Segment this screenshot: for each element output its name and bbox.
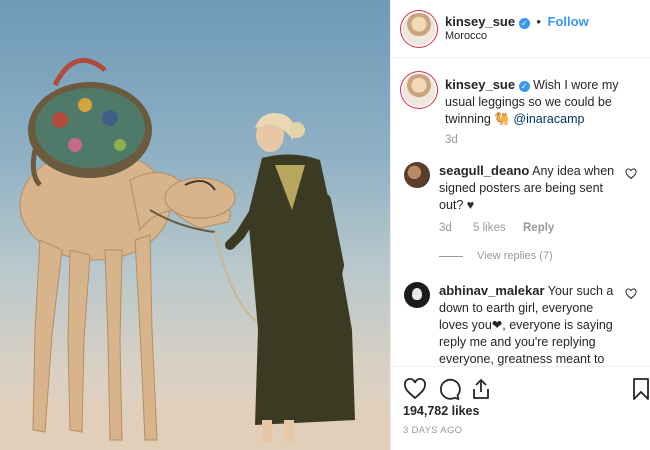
caption-mention-link[interactable]: @inaracamp xyxy=(513,112,584,126)
caption-username[interactable]: kinsey_sue xyxy=(445,77,515,92)
commenter-avatar[interactable] xyxy=(404,162,430,188)
like-comment-heart-icon[interactable] xyxy=(625,288,637,300)
follow-button[interactable]: Follow xyxy=(548,14,589,29)
save-bookmark-icon[interactable] xyxy=(631,377,650,401)
photo-illustration xyxy=(0,58,390,450)
caption-avatar[interactable] xyxy=(403,74,435,106)
replies-divider-line xyxy=(439,255,463,257)
author-avatar[interactable] xyxy=(403,13,435,45)
author-username[interactable]: kinsey_sue xyxy=(445,14,515,29)
commenter-username[interactable]: seagull_deano xyxy=(439,163,529,178)
comment-text-block: seagull_deano Any idea when signed poste… xyxy=(439,162,619,214)
view-replies-label: View replies (7) xyxy=(477,250,553,262)
verified-badge-icon: ✓ xyxy=(518,81,530,92)
caption-text-block: kinsey_sue ✓ Wish I wore my usual leggin… xyxy=(445,76,645,128)
caption-time[interactable]: 3d xyxy=(445,134,458,146)
view-replies-button[interactable]: View replies (7) xyxy=(439,250,553,262)
comment-time[interactable]: 3d xyxy=(439,222,452,234)
comment-likes[interactable]: 5 likes xyxy=(473,222,506,234)
likes-count[interactable]: 194,782 likes xyxy=(403,404,479,418)
post-actions: 194,782 likes 3 DAYS AGO xyxy=(391,366,650,450)
post-date[interactable]: 3 DAYS AGO xyxy=(403,425,462,436)
comment-text-block: abhinav_malekar Your such a down to eart… xyxy=(439,282,619,366)
share-icon[interactable] xyxy=(469,377,493,401)
like-comment-heart-icon[interactable] xyxy=(625,168,637,180)
post-header: kinsey_sue ✓ • Follow Morocco xyxy=(391,0,650,58)
author-line: kinsey_sue ✓ • Follow xyxy=(445,14,589,29)
commenter-avatar[interactable] xyxy=(404,282,430,308)
comments-list[interactable]: kinsey_sue ✓ Wish I wore my usual leggin… xyxy=(391,58,650,366)
verified-badge-icon: ✓ xyxy=(518,18,530,29)
separator-dot: • xyxy=(536,14,541,29)
post-photo[interactable] xyxy=(0,0,390,450)
location-link[interactable]: Morocco xyxy=(445,30,487,42)
comment-bubble-icon[interactable] xyxy=(437,377,461,401)
reply-button[interactable]: Reply xyxy=(523,222,554,234)
post-sidebar: kinsey_sue ✓ • Follow Morocco kinsey_sue… xyxy=(390,0,650,450)
commenter-username[interactable]: abhinav_malekar xyxy=(439,283,545,298)
like-heart-icon[interactable] xyxy=(403,377,427,401)
